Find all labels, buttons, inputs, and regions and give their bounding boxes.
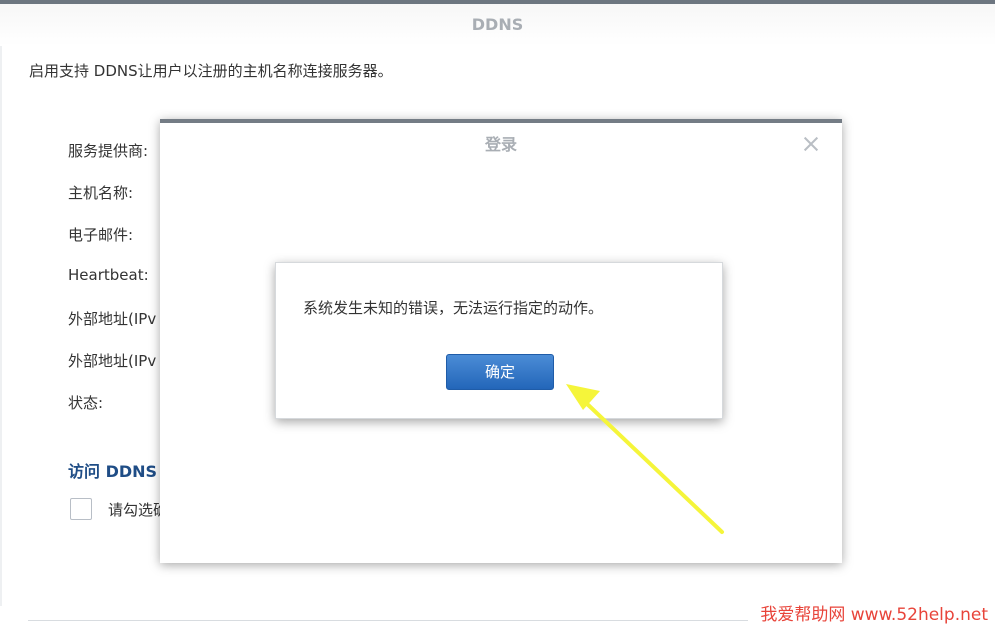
login-dialog-title: 登录 (484, 135, 517, 154)
form-label-hostname: 主机名称: (68, 184, 134, 202)
agree-checkbox-label: 请勾选确 (108, 501, 169, 519)
form-label-heartbeat: Heartbeat: (68, 266, 149, 284)
form-label-email: 电子邮件: (68, 226, 134, 244)
page-description: 启用支持 DDNS让用户以注册的主机名称连接服务器。 (29, 62, 393, 80)
form-label-external-ipv6: 外部地址(IPv (68, 352, 157, 370)
close-icon[interactable] (800, 133, 822, 155)
section-title-access-ddns: 访问 DDNS (68, 462, 158, 481)
error-alert-dialog: 系统发生未知的错误，无法运行指定的动作。 确定 (275, 262, 723, 419)
error-message: 系统发生未知的错误，无法运行指定的动作。 (303, 299, 604, 317)
form-label-provider: 服务提供商: (68, 142, 149, 160)
page-title: DDNS (471, 15, 524, 34)
watermark: 我爱帮助网 www.52help.net (760, 605, 988, 625)
ok-button[interactable]: 确定 (446, 354, 554, 390)
form-label-external-ipv4: 外部地址(IPv (68, 310, 157, 328)
form-label-status: 状态: (68, 394, 104, 412)
bottom-divider (28, 620, 748, 621)
agree-checkbox[interactable] (70, 498, 92, 520)
left-edge (0, 46, 2, 606)
